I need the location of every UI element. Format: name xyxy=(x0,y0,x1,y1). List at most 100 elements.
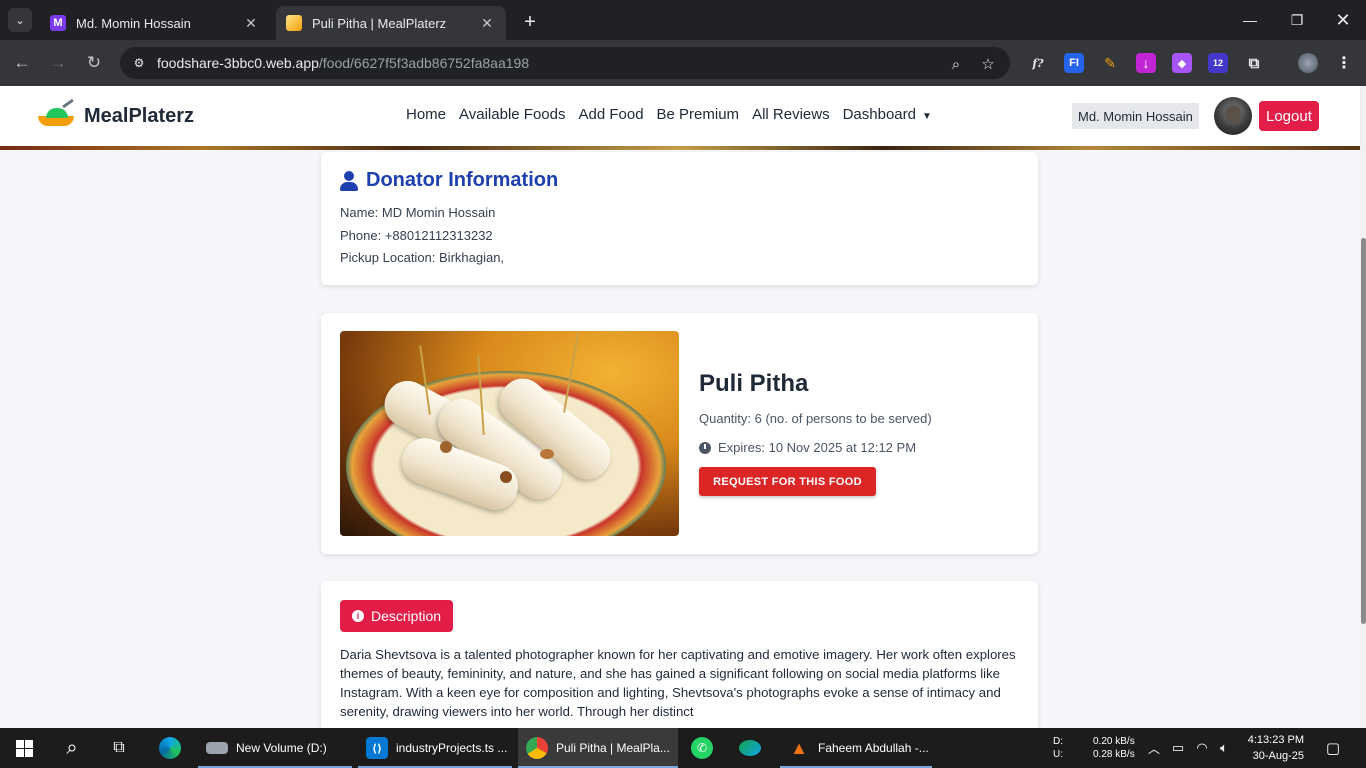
nav-dashboard-label: Dashboard xyxy=(842,106,916,123)
user-name-badge: Md. Momin Hossain xyxy=(1072,103,1199,129)
mealplaterz-favicon-icon xyxy=(286,15,302,31)
donor-name: Name: MD Momin Hossain xyxy=(340,205,496,220)
tab-momin-hossain[interactable]: M Md. Momin Hossain ✕ xyxy=(40,6,270,40)
avatar[interactable] xyxy=(1214,97,1252,135)
new-tab-icon[interactable]: + xyxy=(518,10,542,34)
raisin xyxy=(440,441,452,453)
fi-extension-icon[interactable]: FI xyxy=(1064,53,1084,73)
task-view-icon[interactable]: ⧉ xyxy=(107,736,131,760)
edge-browser-icon[interactable] xyxy=(158,736,182,760)
profile-avatar-icon[interactable] xyxy=(1298,53,1318,73)
download-extension-icon[interactable]: ↓ xyxy=(1136,53,1156,73)
network-app-icon[interactable] xyxy=(738,736,762,760)
donor-heading-text: Donator Information xyxy=(366,169,559,191)
raisin xyxy=(500,471,512,483)
expires-value: 10 Nov 2025 at 12:12 PM xyxy=(768,440,917,455)
taskbar-app-label: Puli Pitha | MealPla... xyxy=(556,741,670,755)
close-window-icon[interactable]: ✕ xyxy=(1331,8,1355,32)
nav-home[interactable]: Home xyxy=(406,106,446,123)
nav-be-premium[interactable]: Be Premium xyxy=(657,106,740,123)
donor-location: Pickup Location: Birkhagian, xyxy=(340,250,505,265)
net-speed-labels: D: U: xyxy=(1053,735,1063,761)
back-icon[interactable]: ← xyxy=(10,51,34,75)
request-food-button[interactable]: REQUEST FOR THIS FOOD xyxy=(699,467,876,496)
taskbar-app-file-explorer[interactable]: New Volume (D:) xyxy=(198,728,352,768)
wifi-icon[interactable]: ◠ xyxy=(1190,736,1214,760)
food-image xyxy=(340,331,679,536)
nav-all-reviews[interactable]: All Reviews xyxy=(752,106,830,123)
zoom-icon[interactable]: ⌕ xyxy=(946,54,966,74)
taskbar-app-vscode[interactable]: ⟨⟩ industryProjects.ts ... xyxy=(358,728,512,768)
minimize-icon[interactable]: — xyxy=(1238,8,1262,32)
donor-info-card: Donator Information Name: MD Momin Hossa… xyxy=(321,152,1038,285)
vlc-icon: ▲ xyxy=(790,737,808,758)
tab-search-button[interactable]: ⌄ xyxy=(8,8,32,32)
badge-extension-icon[interactable]: 12 xyxy=(1208,53,1228,73)
food-bowl-logo-icon xyxy=(38,98,78,130)
whatsapp-icon[interactable]: ✆ xyxy=(690,736,714,760)
description-badge-label: Description xyxy=(371,608,442,624)
site-settings-icon[interactable]: ⚙ xyxy=(130,54,148,72)
main-nav: Home Available Foods Add Food Be Premium… xyxy=(406,106,945,123)
scrollbar-thumb[interactable] xyxy=(1361,238,1366,624)
vscode-icon: ⟨⟩ xyxy=(366,737,388,759)
close-tab-icon[interactable]: ✕ xyxy=(478,14,496,32)
net-down-label: D: xyxy=(1053,736,1063,747)
restore-icon[interactable]: ❐ xyxy=(1285,8,1309,32)
notification-icon[interactable]: ▢ xyxy=(1321,736,1345,760)
search-icon[interactable]: ⌕ xyxy=(60,736,84,760)
food-name: Puli Pitha xyxy=(699,370,809,397)
momin-favicon-icon: M xyxy=(50,15,66,31)
browser-menu-icon[interactable]: ⋮ xyxy=(1334,53,1354,73)
chrome-icon xyxy=(526,737,548,759)
page-scrollbar[interactable] xyxy=(1360,86,1366,728)
clock-date: 30-Aug-25 xyxy=(1252,750,1304,762)
clock-time: 4:13:23 PM xyxy=(1247,734,1304,746)
nav-dashboard[interactable]: Dashboard ▼ xyxy=(843,106,932,123)
formula-extension-icon[interactable]: f? xyxy=(1028,53,1048,73)
extensions-puzzle-icon[interactable]: ⧉ xyxy=(1244,53,1264,73)
reload-icon[interactable]: ↻ xyxy=(82,51,106,75)
system-clock[interactable]: 4:13:23 PM 30-Aug-25 xyxy=(1246,732,1304,764)
net-down-speed: 0.20 kB/s xyxy=(1093,736,1135,747)
tab-puli-pitha[interactable]: Puli Pitha | MealPlaterz ✕ xyxy=(276,6,506,40)
taskbar-app-label: Faheem Abdullah -... xyxy=(818,741,929,755)
drive-icon xyxy=(206,742,228,754)
color-picker-extension-icon[interactable]: ✎ xyxy=(1100,53,1120,73)
forward-icon[interactable]: → xyxy=(46,51,70,75)
close-tab-icon[interactable]: ✕ xyxy=(242,14,260,32)
net-up-speed: 0.28 kB/s xyxy=(1093,749,1135,760)
info-icon: i xyxy=(352,610,364,622)
address-bar[interactable]: ⚙ foodshare-3bbc0.web.app/food/6627f5f3a… xyxy=(120,47,1010,79)
nav-add-food[interactable]: Add Food xyxy=(578,106,643,123)
chat-extension-icon[interactable]: ◆ xyxy=(1172,53,1192,73)
battery-icon[interactable]: ▭ xyxy=(1166,736,1190,760)
nav-available-foods[interactable]: Available Foods xyxy=(459,106,565,123)
user-icon xyxy=(340,170,358,191)
expires-label: Expires: xyxy=(718,440,765,455)
chevron-up-icon[interactable]: ︿ xyxy=(1142,736,1166,760)
taskbar-app-label: industryProjects.ts ... xyxy=(396,741,508,755)
description-text: Daria Shevtsova is a talented photograph… xyxy=(340,647,1016,719)
food-expiry: Expires: 10 Nov 2025 at 12:12 PM xyxy=(699,440,916,455)
banner-image-strip xyxy=(0,146,1360,150)
description-badge: i Description xyxy=(340,600,454,632)
food-quantity: Quantity: 6 (no. of persons to be served… xyxy=(699,411,932,426)
donor-phone: Phone: +88012112313232 xyxy=(340,228,493,243)
tab-title: Md. Momin Hossain xyxy=(76,15,191,31)
tab-title: Puli Pitha | MealPlaterz xyxy=(312,15,447,31)
taskbar-app-vlc[interactable]: ▲ Faheem Abdullah -... xyxy=(780,728,932,768)
net-speed-values: 0.20 kB/s 0.28 kB/s xyxy=(1093,735,1135,761)
logout-button[interactable]: Logout xyxy=(1259,101,1319,131)
taskbar-app-chrome[interactable]: Puli Pitha | MealPla... xyxy=(518,728,678,768)
url-text: foodshare-3bbc0.web.app/food/6627f5f3adb… xyxy=(157,55,530,71)
windows-start-icon[interactable] xyxy=(12,736,36,760)
site-logo[interactable]: MealPlaterz xyxy=(38,98,195,130)
bookmark-star-icon[interactable]: ☆ xyxy=(978,54,998,74)
chevron-down-icon: ▼ xyxy=(921,111,932,122)
logo-text: MealPlaterz xyxy=(84,104,195,127)
browser-toolbar: ← → ↻ ⚙ foodshare-3bbc0.web.app/food/662… xyxy=(0,40,1366,86)
volume-icon[interactable]: 🔈︎ xyxy=(1212,736,1236,760)
windows-taskbar: ⌕ ⧉ New Volume (D:) ⟨⟩ industryProjects.… xyxy=(0,728,1366,768)
site-navbar: MealPlaterz Home Available Foods Add Foo… xyxy=(0,86,1360,146)
